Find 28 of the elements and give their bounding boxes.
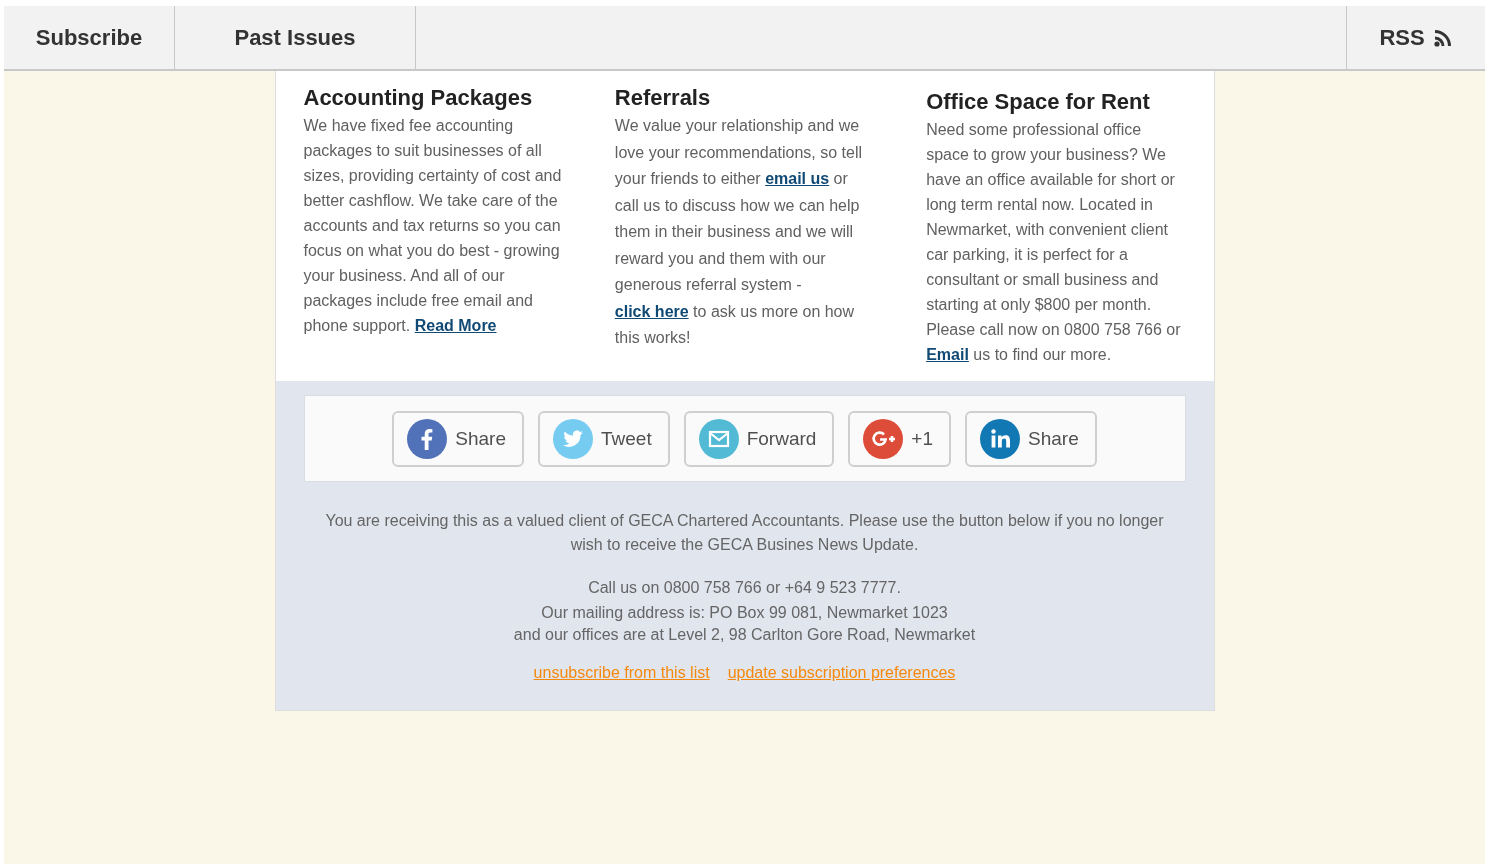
share-button[interactable]: Share xyxy=(392,411,524,467)
text-link[interactable]: click here xyxy=(614,302,689,320)
bird-icon xyxy=(552,419,593,459)
notice-text: You are receiving this as a valued client of GECA Chartered Accountants. Please use the button below if you no longer wish to receive the GECA Busines News Update. xyxy=(324,511,1165,555)
article-title: Office Space for Rent xyxy=(926,88,1151,116)
text-link[interactable]: email us xyxy=(765,170,830,187)
address-text: and our offices are at Level 2, 98 Carlton Gore Road, Newmarket xyxy=(512,625,977,645)
article-title: Accounting Packages xyxy=(303,84,534,112)
share-button[interactable]: +1 xyxy=(848,411,952,467)
address-text: Our mailing address is: PO Box 99 081, Newmarket 1023 xyxy=(540,603,949,623)
rss-icon xyxy=(1432,27,1453,48)
article-text: Need some professional office space to grow your business? We have an office available for short or long term rental now. Located in Newmarket, with convenient client car parking, it is perfect for a consultant or small business and starting at only $800 per month. Please call now on 0800 758 766 or Email us to find our more. xyxy=(926,120,1182,365)
envelope-icon xyxy=(698,419,739,459)
share-button[interactable]: Tweet xyxy=(537,411,670,467)
rss-link[interactable]: RSS xyxy=(1346,6,1485,69)
text-link[interactable]: Read More xyxy=(414,317,497,334)
phone-text: Call us on 0800 758 766 or +64 9 523 7777. xyxy=(587,578,902,598)
text-link[interactable]: Email xyxy=(926,346,969,363)
article-text: We value your relationship and we love your recommendations, so tell your friends to either email us or call us to discuss how we can help them in their business and we will reward you and them with our generous referral system - click here to ask us more on how this works! xyxy=(614,116,864,348)
google-plus-icon xyxy=(863,419,904,459)
share-button[interactable]: Share xyxy=(965,411,1097,467)
nav-link[interactable]: Past Issues xyxy=(175,6,416,69)
nav-link[interactable]: Subscribe xyxy=(4,6,175,69)
facebook-icon xyxy=(407,419,448,459)
linkedin-icon xyxy=(980,419,1021,459)
article-title: Referrals xyxy=(614,84,712,112)
share-button[interactable]: Forward xyxy=(683,411,835,467)
article-text: We have fixed fee accounting packages to suit businesses of all sizes, providing certainty of cost and better cashflow. We take care of the accounts and tax returns so you can focus on what you do best - growing your business. And all of our packages include free email and phone support. Read More xyxy=(303,116,563,336)
